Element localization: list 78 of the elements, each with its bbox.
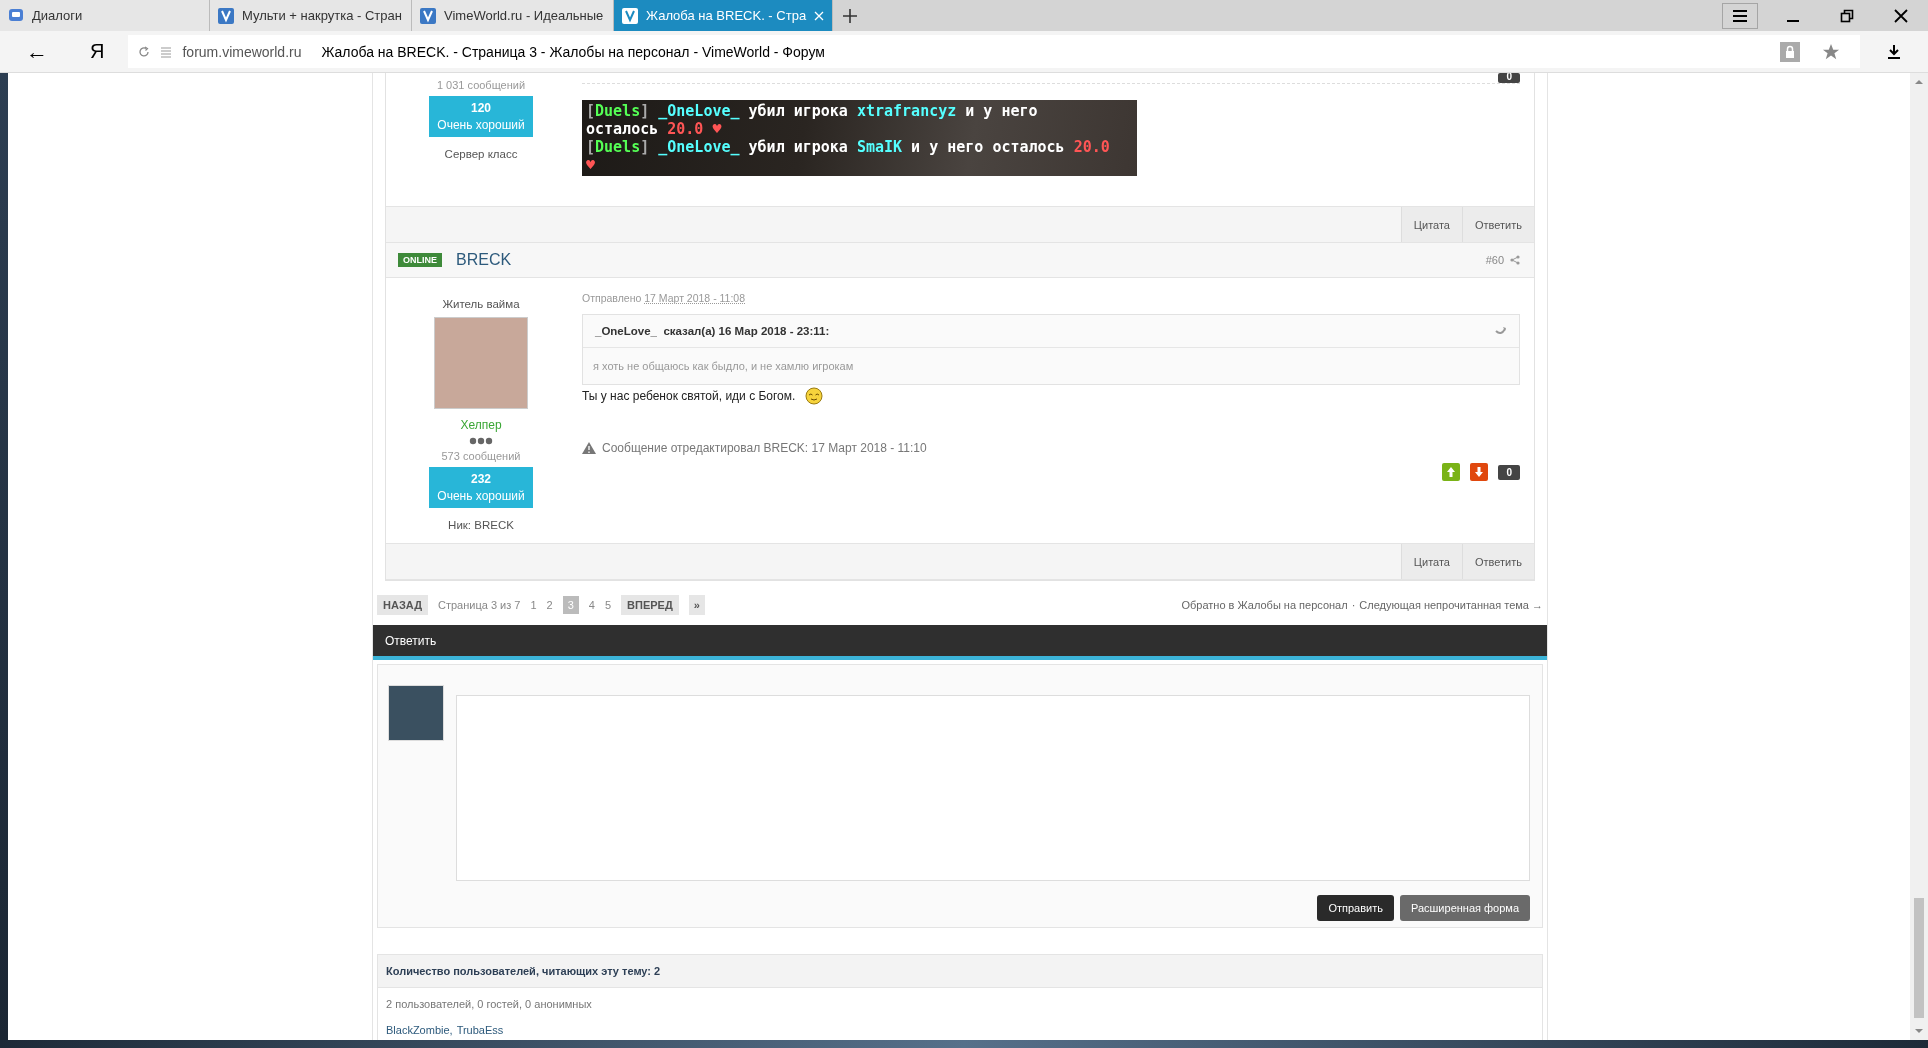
reply-input-field[interactable] — [456, 695, 1530, 881]
separator-dot: · — [1351, 599, 1356, 611]
reply-button[interactable]: Расширенная форма — [1399, 895, 1530, 921]
browser-tab[interactable]: Диалоги — [0, 0, 210, 31]
scrollbar[interactable] — [1910, 73, 1928, 1040]
reputation-badge: 120 Очень хороший — [429, 96, 533, 137]
reputation-badge: 232 Очень хороший — [429, 467, 533, 508]
post-action-button[interactable]: Ответить — [1461, 544, 1534, 579]
last-page-button[interactable]: » — [688, 595, 705, 615]
browser-tab[interactable]: Мульти + накрутка - Стран — [210, 0, 412, 31]
avatar-placeholder — [388, 685, 444, 741]
address-field[interactable]: forum.vimeworld.ru Жалоба на BRECK. - Страница 3 - Жалобы на персонал - VimeWorld - Форум — [128, 35, 1860, 68]
edit-note: Сообщение отредактировал BRECK: 17 Март 2018 - 11:10 — [602, 441, 927, 455]
previous-page-button[interactable]: НАЗАД — [377, 595, 428, 615]
post-number[interactable]: #60 — [1485, 254, 1504, 266]
page-link[interactable]: 4 — [588, 599, 595, 611]
smiley-icon — [805, 387, 824, 405]
shield-icon — [622, 7, 638, 24]
next-unread-link[interactable]: Следующая непрочитанная тема → — [1359, 599, 1543, 611]
user-link[interactable]: BlackZombie — [386, 1024, 450, 1036]
chat-bubble-icon — [8, 7, 24, 24]
reply-title: Ответить — [385, 633, 437, 648]
quote-text: я хоть не общаюсь как быдло, и не хамлю игрокам — [592, 359, 855, 374]
page-link[interactable]: 2 — [546, 599, 553, 611]
page-link[interactable]: 5 — [604, 599, 612, 611]
game-chat-screenshot: [Duels] _OneLove_ убил игрока xtrafrancyz и у него осталось 20.0 ♥ [Duels] _OneLove_ убил игрока SmaIK и у него осталось 20.0 ♥ — [582, 100, 1137, 176]
post-action-button[interactable]: Ответить — [1461, 207, 1534, 242]
member-rank: Хелпер — [460, 418, 502, 432]
restore-icon[interactable] — [1840, 8, 1854, 23]
scrollbar-thumb[interactable] — [1914, 898, 1924, 1018]
list-comma: , — [449, 1024, 453, 1036]
post-action-button[interactable]: Цитата — [1400, 207, 1462, 242]
posted-date: 17 Март 2018 - 11:08 — [644, 292, 746, 304]
browser-tab[interactable]: Жалоба на BRECK. - Стра — [614, 0, 834, 31]
curved-arrow-icon[interactable] — [1495, 326, 1507, 336]
nickname: Ник: BRECK — [448, 519, 514, 531]
back-to-forum-link[interactable]: Обратно в Жалобы на персонал — [1181, 599, 1348, 611]
page-title: Жалоба на BRECK. - Страница 3 - Жалобы на персонал - VimeWorld - Форум — [321, 43, 825, 60]
online-badge: ONLINE — [398, 253, 442, 267]
page-info: Страница 3 из 7 — [437, 599, 521, 611]
page-lines-icon — [160, 45, 173, 58]
reply-button[interactable]: Отправить — [1317, 895, 1394, 921]
post-count: 573 сообщений — [441, 450, 521, 462]
warning-icon — [582, 442, 596, 454]
lock-icon[interactable] — [1780, 41, 1800, 62]
browser-tab[interactable]: VimeWorld.ru - Идеальные — [412, 0, 614, 31]
url-domain: forum.vimeworld.ru — [182, 43, 302, 60]
next-page-button[interactable]: ВПЕРЕД — [621, 595, 679, 615]
readers-summary: 2 пользователей, 0 гостей, 0 анонимных — [385, 997, 593, 1012]
back-button[interactable]: ← — [26, 38, 56, 65]
posted-label: Отправлено — [582, 292, 642, 304]
post-count: 1 031 сообщений — [436, 79, 526, 91]
member-group: Житель вайма — [442, 298, 520, 310]
shield-icon — [218, 7, 234, 24]
scroll-up-icon[interactable] — [1914, 79, 1924, 85]
vote-count: 0 — [1498, 464, 1520, 480]
share-icon[interactable] — [1510, 255, 1520, 265]
page-link[interactable]: 1 — [530, 599, 537, 611]
menu-icon[interactable] — [1722, 2, 1758, 29]
scroll-down-icon[interactable] — [1914, 1028, 1924, 1034]
quote-header: _OneLove_ сказал(а) 16 Мар 2018 - 23:11: — [595, 325, 830, 337]
close-icon[interactable] — [1894, 8, 1908, 23]
readers-title: Количество пользователей, читающих эту тему: 2 — [386, 965, 661, 977]
author-note: Сервер класс — [444, 148, 518, 160]
browser-logo[interactable]: Я — [90, 40, 105, 63]
rank-dots-icon — [469, 437, 493, 445]
post-text: Ты у нас ребенок святой, иди с Богом. — [582, 389, 796, 403]
shield-icon — [420, 7, 436, 24]
reload-icon[interactable] — [138, 45, 151, 58]
post-action-button[interactable]: Цитата — [1400, 544, 1462, 579]
arrow-down-icon[interactable] — [1470, 463, 1489, 481]
download-icon[interactable] — [1886, 43, 1902, 60]
vote-count: 0 — [1498, 73, 1520, 83]
user-link[interactable]: TrubaEss — [456, 1024, 504, 1036]
new-tab-icon[interactable] — [843, 8, 858, 23]
star-icon[interactable] — [1822, 42, 1840, 61]
arrow-up-icon[interactable] — [1442, 463, 1461, 481]
author-name[interactable]: BRECK — [456, 251, 512, 269]
